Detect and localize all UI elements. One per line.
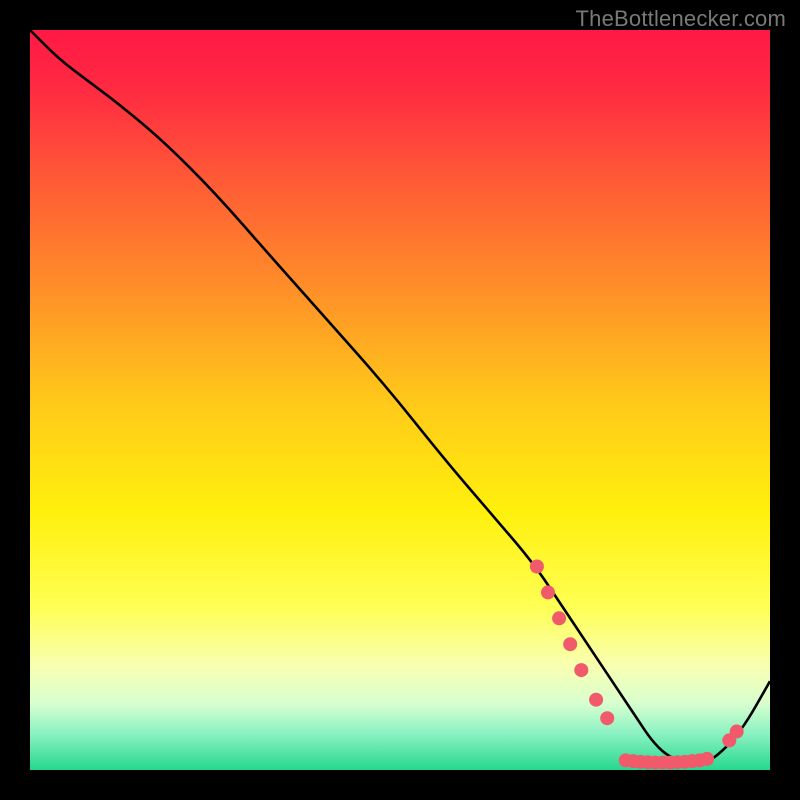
marker-dot (541, 585, 555, 599)
marker-dot (700, 752, 714, 766)
marker-dot (600, 711, 614, 725)
marker-dot (730, 725, 744, 739)
chart-container: TheBottlenecker.com (0, 0, 800, 800)
marker-group (530, 560, 744, 770)
plot-area (30, 30, 770, 770)
marker-dot (552, 611, 566, 625)
marker-dot (589, 693, 603, 707)
marker-dot (574, 663, 588, 677)
bottleneck-curve (30, 30, 770, 762)
marker-dot (563, 637, 577, 651)
marker-dot (530, 560, 544, 574)
watermark: TheBottlenecker.com (576, 6, 786, 32)
curve-layer (30, 30, 770, 770)
